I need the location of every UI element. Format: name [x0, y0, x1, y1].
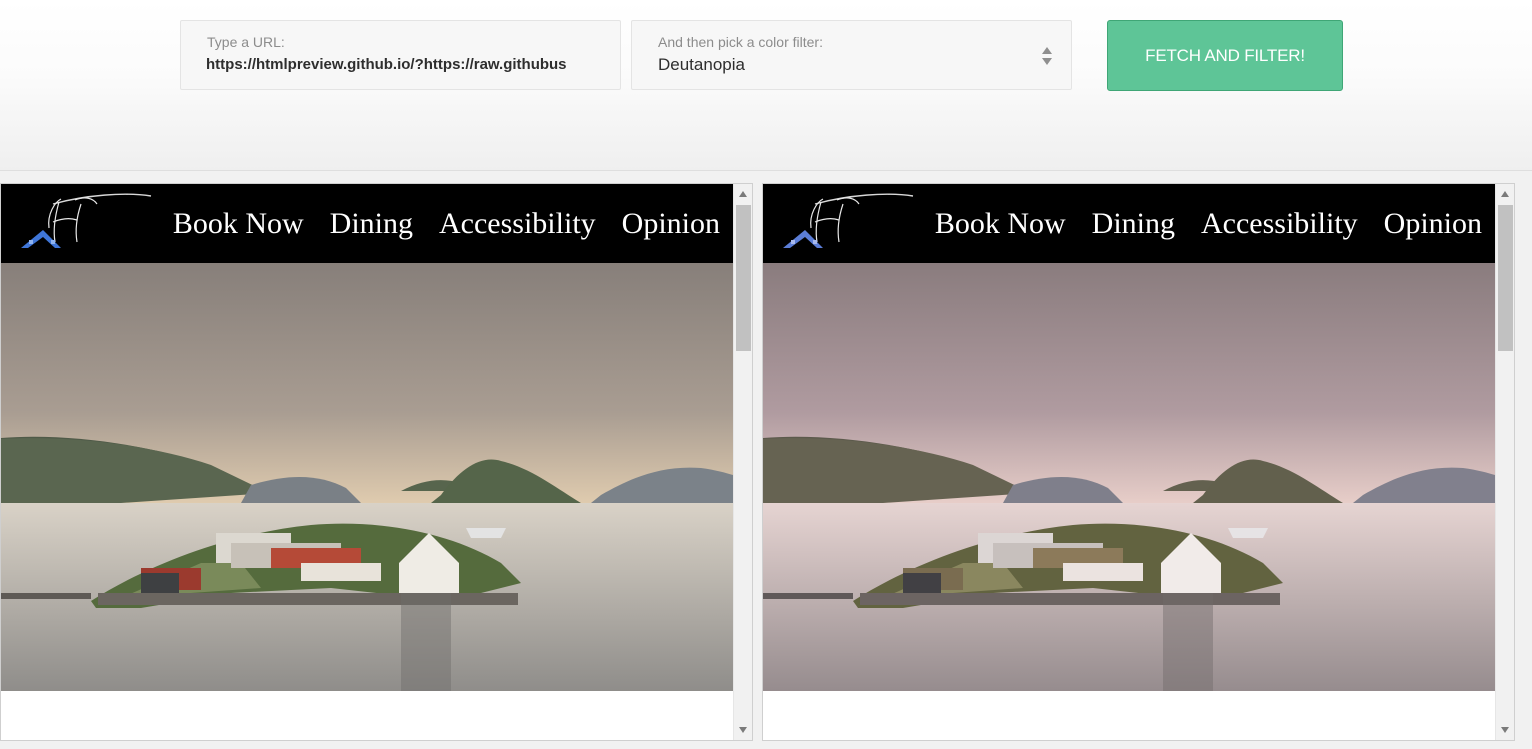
site-header: Book Now Dining Accessibility Opinion — [1, 184, 733, 263]
vertical-scrollbar[interactable] — [1495, 184, 1514, 740]
vertical-scrollbar[interactable] — [733, 184, 752, 740]
house-logo-icon[interactable] — [777, 190, 917, 256]
url-input[interactable]: https://htmlpreview.github.io/?https://r… — [206, 56, 601, 73]
scroll-thumb[interactable] — [736, 205, 751, 351]
scroll-thumb[interactable] — [1498, 205, 1513, 351]
original-preview-frame[interactable]: Book Now Dining Accessibility Opinion — [0, 183, 753, 741]
scroll-up-icon[interactable] — [739, 191, 747, 197]
site-nav: Book Now Dining Accessibility Opinion — [909, 184, 1482, 263]
site-header: Book Now Dining Accessibility Opinion — [763, 184, 1495, 263]
nav-dining[interactable]: Dining — [1092, 207, 1175, 241]
scroll-down-icon[interactable] — [739, 727, 747, 733]
scroll-up-icon[interactable] — [1501, 191, 1509, 197]
filtered-preview-frame[interactable]: Book Now Dining Accessibility Opinion — [762, 183, 1515, 741]
nav-opinion[interactable]: Opinion — [1384, 207, 1482, 241]
filter-selected-value[interactable]: Deutanopia — [658, 55, 745, 75]
hero-image — [1, 263, 733, 691]
url-label: Type a URL: — [207, 34, 285, 50]
nav-book-now[interactable]: Book Now — [173, 207, 304, 241]
top-toolbar: Type a URL: https://htmlpreview.github.i… — [0, 0, 1532, 171]
url-field[interactable]: Type a URL: https://htmlpreview.github.i… — [180, 20, 621, 90]
nav-accessibility[interactable]: Accessibility — [439, 207, 596, 241]
nav-accessibility[interactable]: Accessibility — [1201, 207, 1358, 241]
nav-book-now[interactable]: Book Now — [935, 207, 1066, 241]
sort-arrows-icon — [1042, 47, 1052, 65]
hero-image — [763, 263, 1495, 691]
site-nav: Book Now Dining Accessibility Opinion — [147, 184, 720, 263]
color-filter-select[interactable]: And then pick a color filter: Deutanopia — [631, 20, 1072, 90]
filter-label: And then pick a color filter: — [658, 34, 823, 50]
scroll-down-icon[interactable] — [1501, 727, 1509, 733]
fetch-and-filter-button[interactable]: FETCH AND FILTER! — [1107, 20, 1343, 91]
nav-dining[interactable]: Dining — [330, 207, 413, 241]
nav-opinion[interactable]: Opinion — [622, 207, 720, 241]
house-logo-icon[interactable] — [15, 190, 155, 256]
